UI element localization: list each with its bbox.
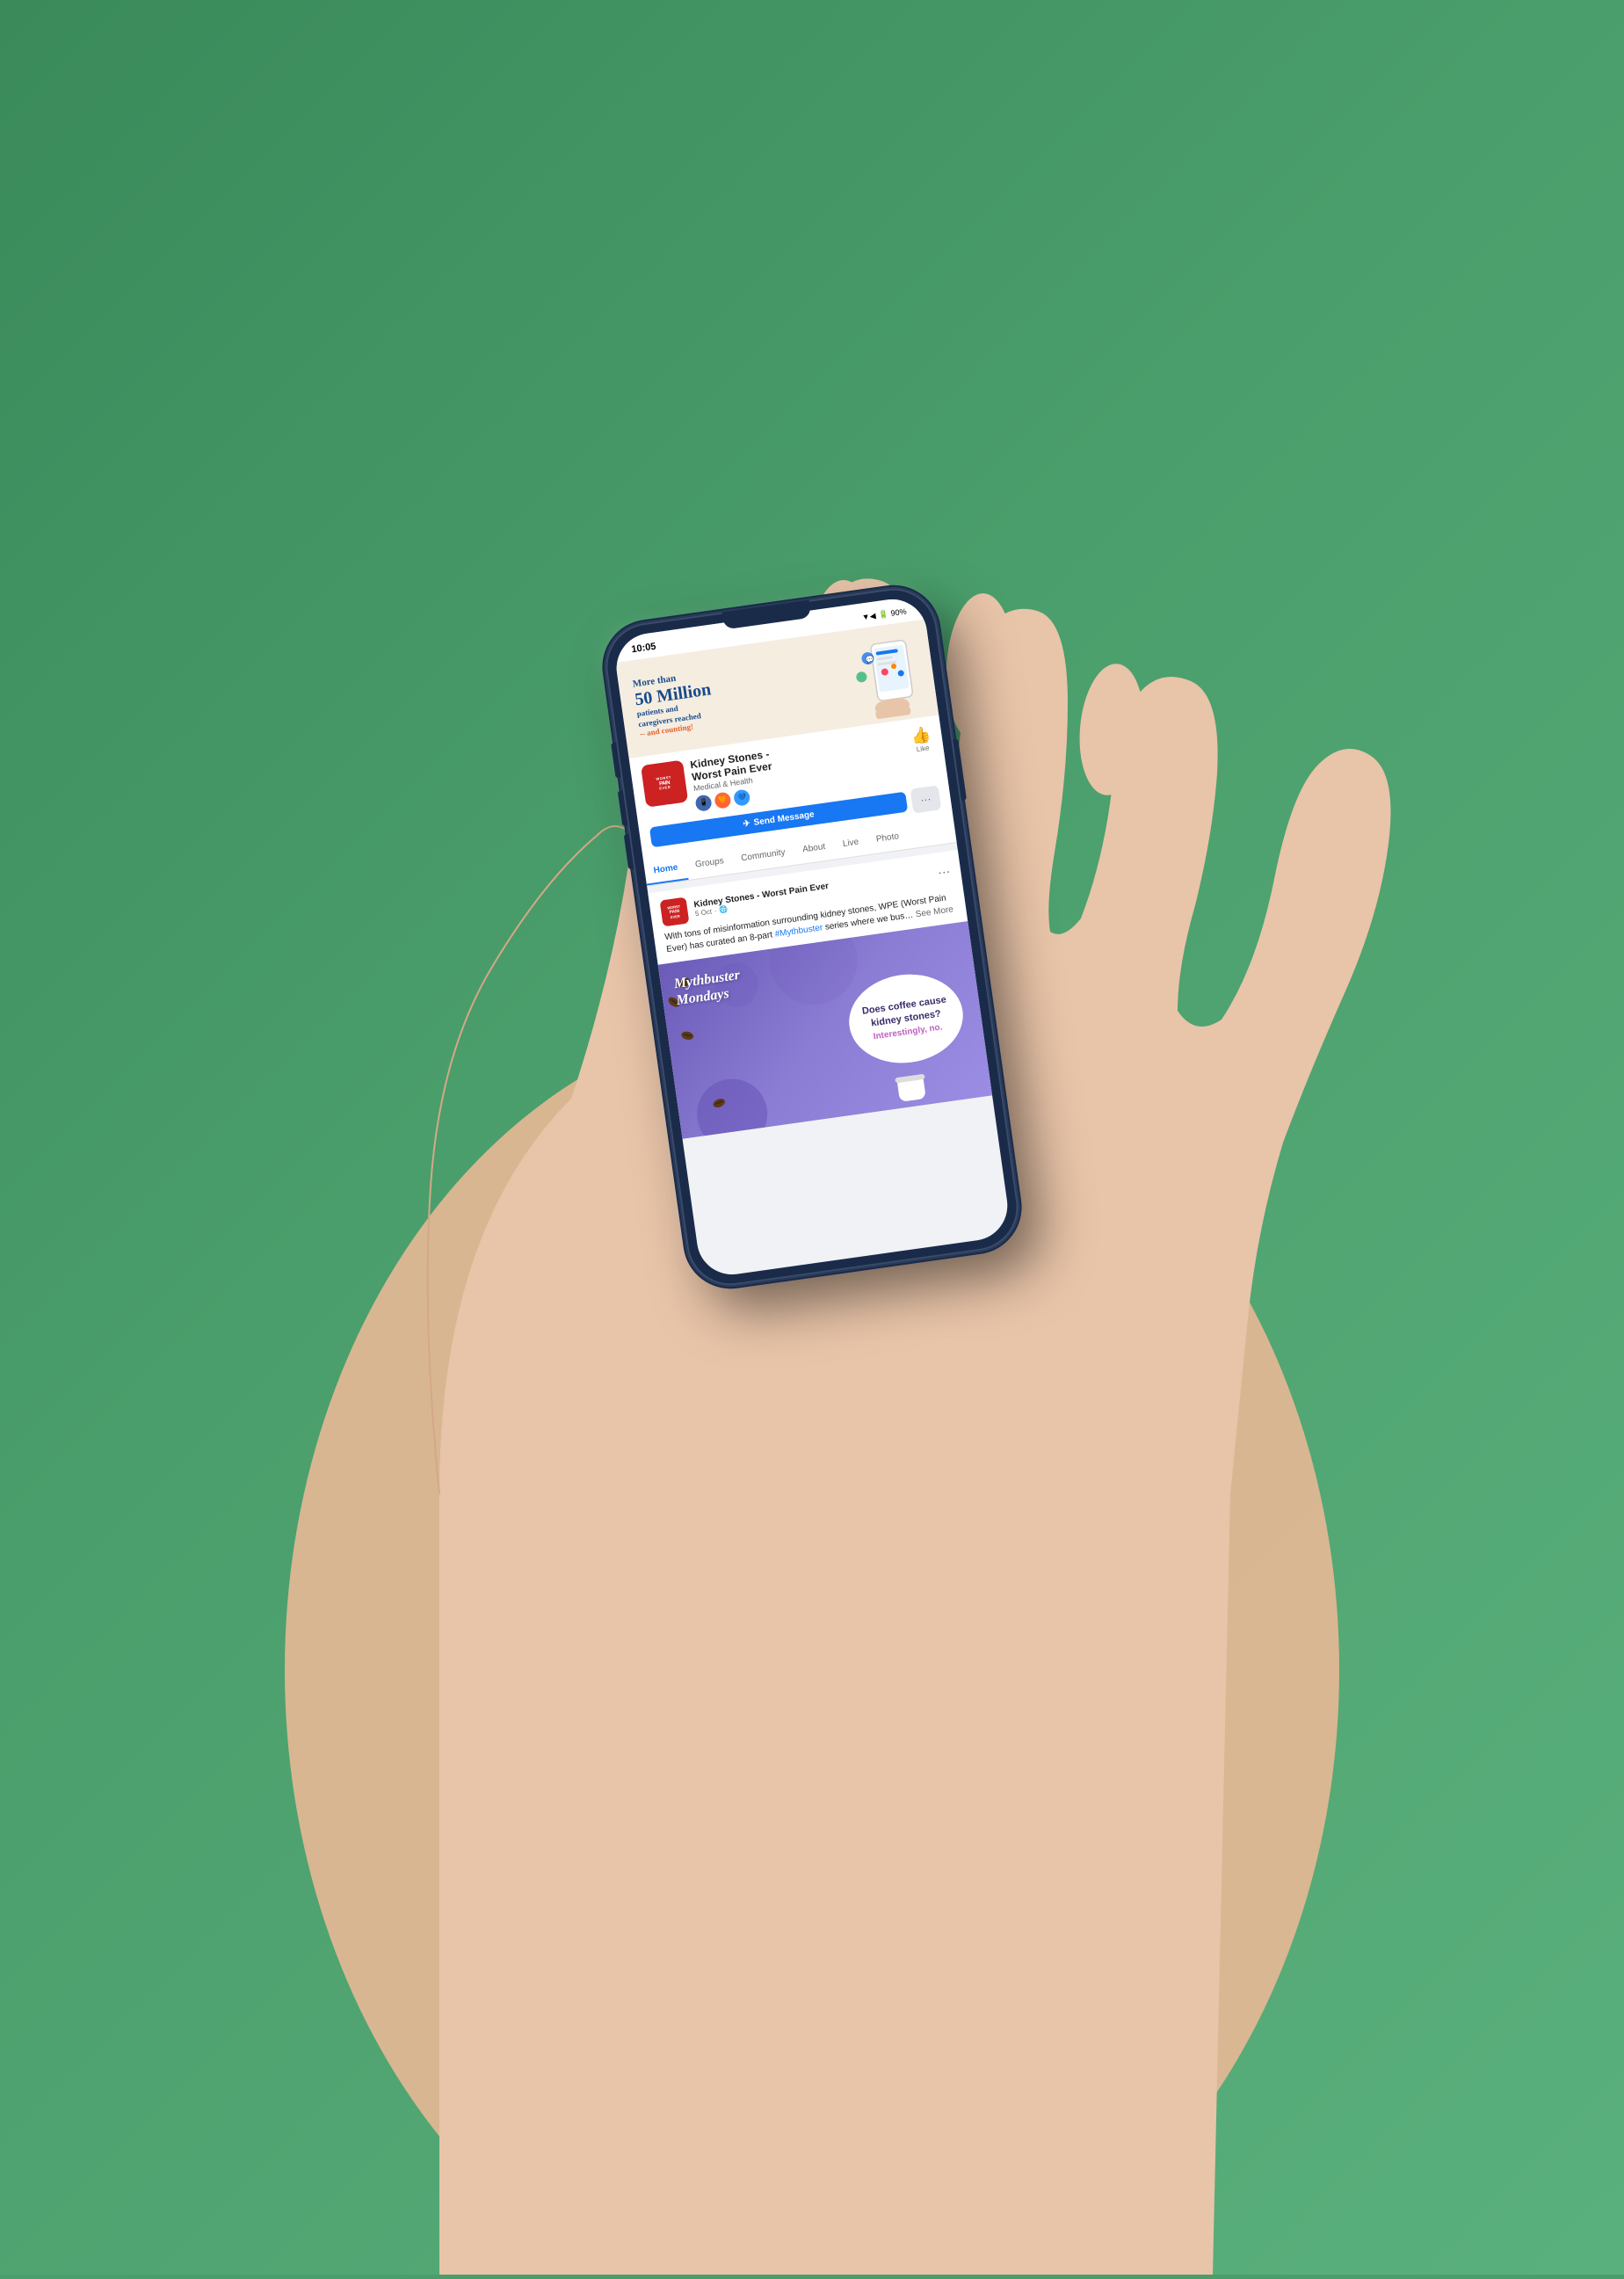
phone-frame: 10:05 ▼◀ 🔋 90% More than 50 Million pati… bbox=[600, 583, 1024, 1290]
question-content: Does coffee cause kidney stones? Interes… bbox=[856, 993, 957, 1043]
tab-live[interactable]: Live bbox=[832, 829, 869, 859]
globe-icon: 🌐 bbox=[719, 905, 729, 914]
blue-icon: 💙 bbox=[733, 788, 750, 806]
battery-percent: 90% bbox=[890, 606, 907, 617]
coffee-bean-4 bbox=[680, 1030, 694, 1041]
scene: 10:05 ▼◀ 🔋 90% More than 50 Million pati… bbox=[0, 0, 1624, 2275]
separator: · bbox=[714, 907, 717, 915]
see-more-link[interactable]: See More bbox=[915, 904, 953, 919]
status-icons: ▼◀ 🔋 90% bbox=[861, 606, 907, 622]
phone-hand-group: 10:05 ▼◀ 🔋 90% More than 50 Million pati… bbox=[504, 497, 1120, 1728]
like-button[interactable]: 👍 Like bbox=[910, 725, 933, 754]
orange-icon: 🧡 bbox=[714, 791, 731, 809]
more-dots-icon: ··· bbox=[920, 792, 932, 806]
tab-groups[interactable]: Groups bbox=[685, 848, 734, 880]
svg-text:💬: 💬 bbox=[865, 654, 874, 664]
banner-graphic: 💬 bbox=[844, 635, 923, 714]
tab-home[interactable]: Home bbox=[643, 854, 688, 885]
question-bubble: Does coffee cause kidney stones? Interes… bbox=[844, 967, 969, 1070]
page-logo: WORST PAIN EVER bbox=[641, 760, 688, 808]
thumbs-up-icon: 👍 bbox=[910, 725, 932, 746]
post-more-options[interactable]: ··· bbox=[937, 866, 951, 882]
post-section: WORST PAIN EVER Kidney Stones - Worst Pa… bbox=[648, 850, 992, 1139]
cup-body bbox=[897, 1079, 926, 1102]
tab-about[interactable]: About bbox=[792, 833, 836, 864]
post-date: 5 Oct bbox=[694, 907, 712, 918]
like-label: Like bbox=[916, 744, 930, 753]
messenger-icon: ✈ bbox=[743, 819, 751, 830]
battery-icon: 🔋 bbox=[878, 609, 889, 620]
signal-icon: ▼◀ bbox=[861, 611, 876, 622]
phone-device: 10:05 ▼◀ 🔋 90% More than 50 Million pati… bbox=[600, 583, 1024, 1290]
send-message-label: Send Message bbox=[753, 810, 815, 829]
tab-photo[interactable]: Photo bbox=[866, 824, 910, 854]
phone-screen: 10:05 ▼◀ 🔋 90% More than 50 Million pati… bbox=[613, 595, 1012, 1279]
logo-text: WORST PAIN EVER bbox=[656, 776, 672, 792]
more-options-button[interactable]: ··· bbox=[910, 785, 942, 813]
deco-circle-1 bbox=[692, 1074, 772, 1138]
post-author-logo: WORST PAIN EVER bbox=[660, 896, 690, 926]
status-time: 10:05 bbox=[631, 642, 657, 656]
facebook-icon: 📱 bbox=[694, 794, 712, 811]
banner-text-block: More than 50 Million patients andcaregiv… bbox=[632, 649, 852, 738]
hashtag: #Mythbuster bbox=[774, 923, 823, 940]
coffee-cup bbox=[892, 1073, 931, 1104]
